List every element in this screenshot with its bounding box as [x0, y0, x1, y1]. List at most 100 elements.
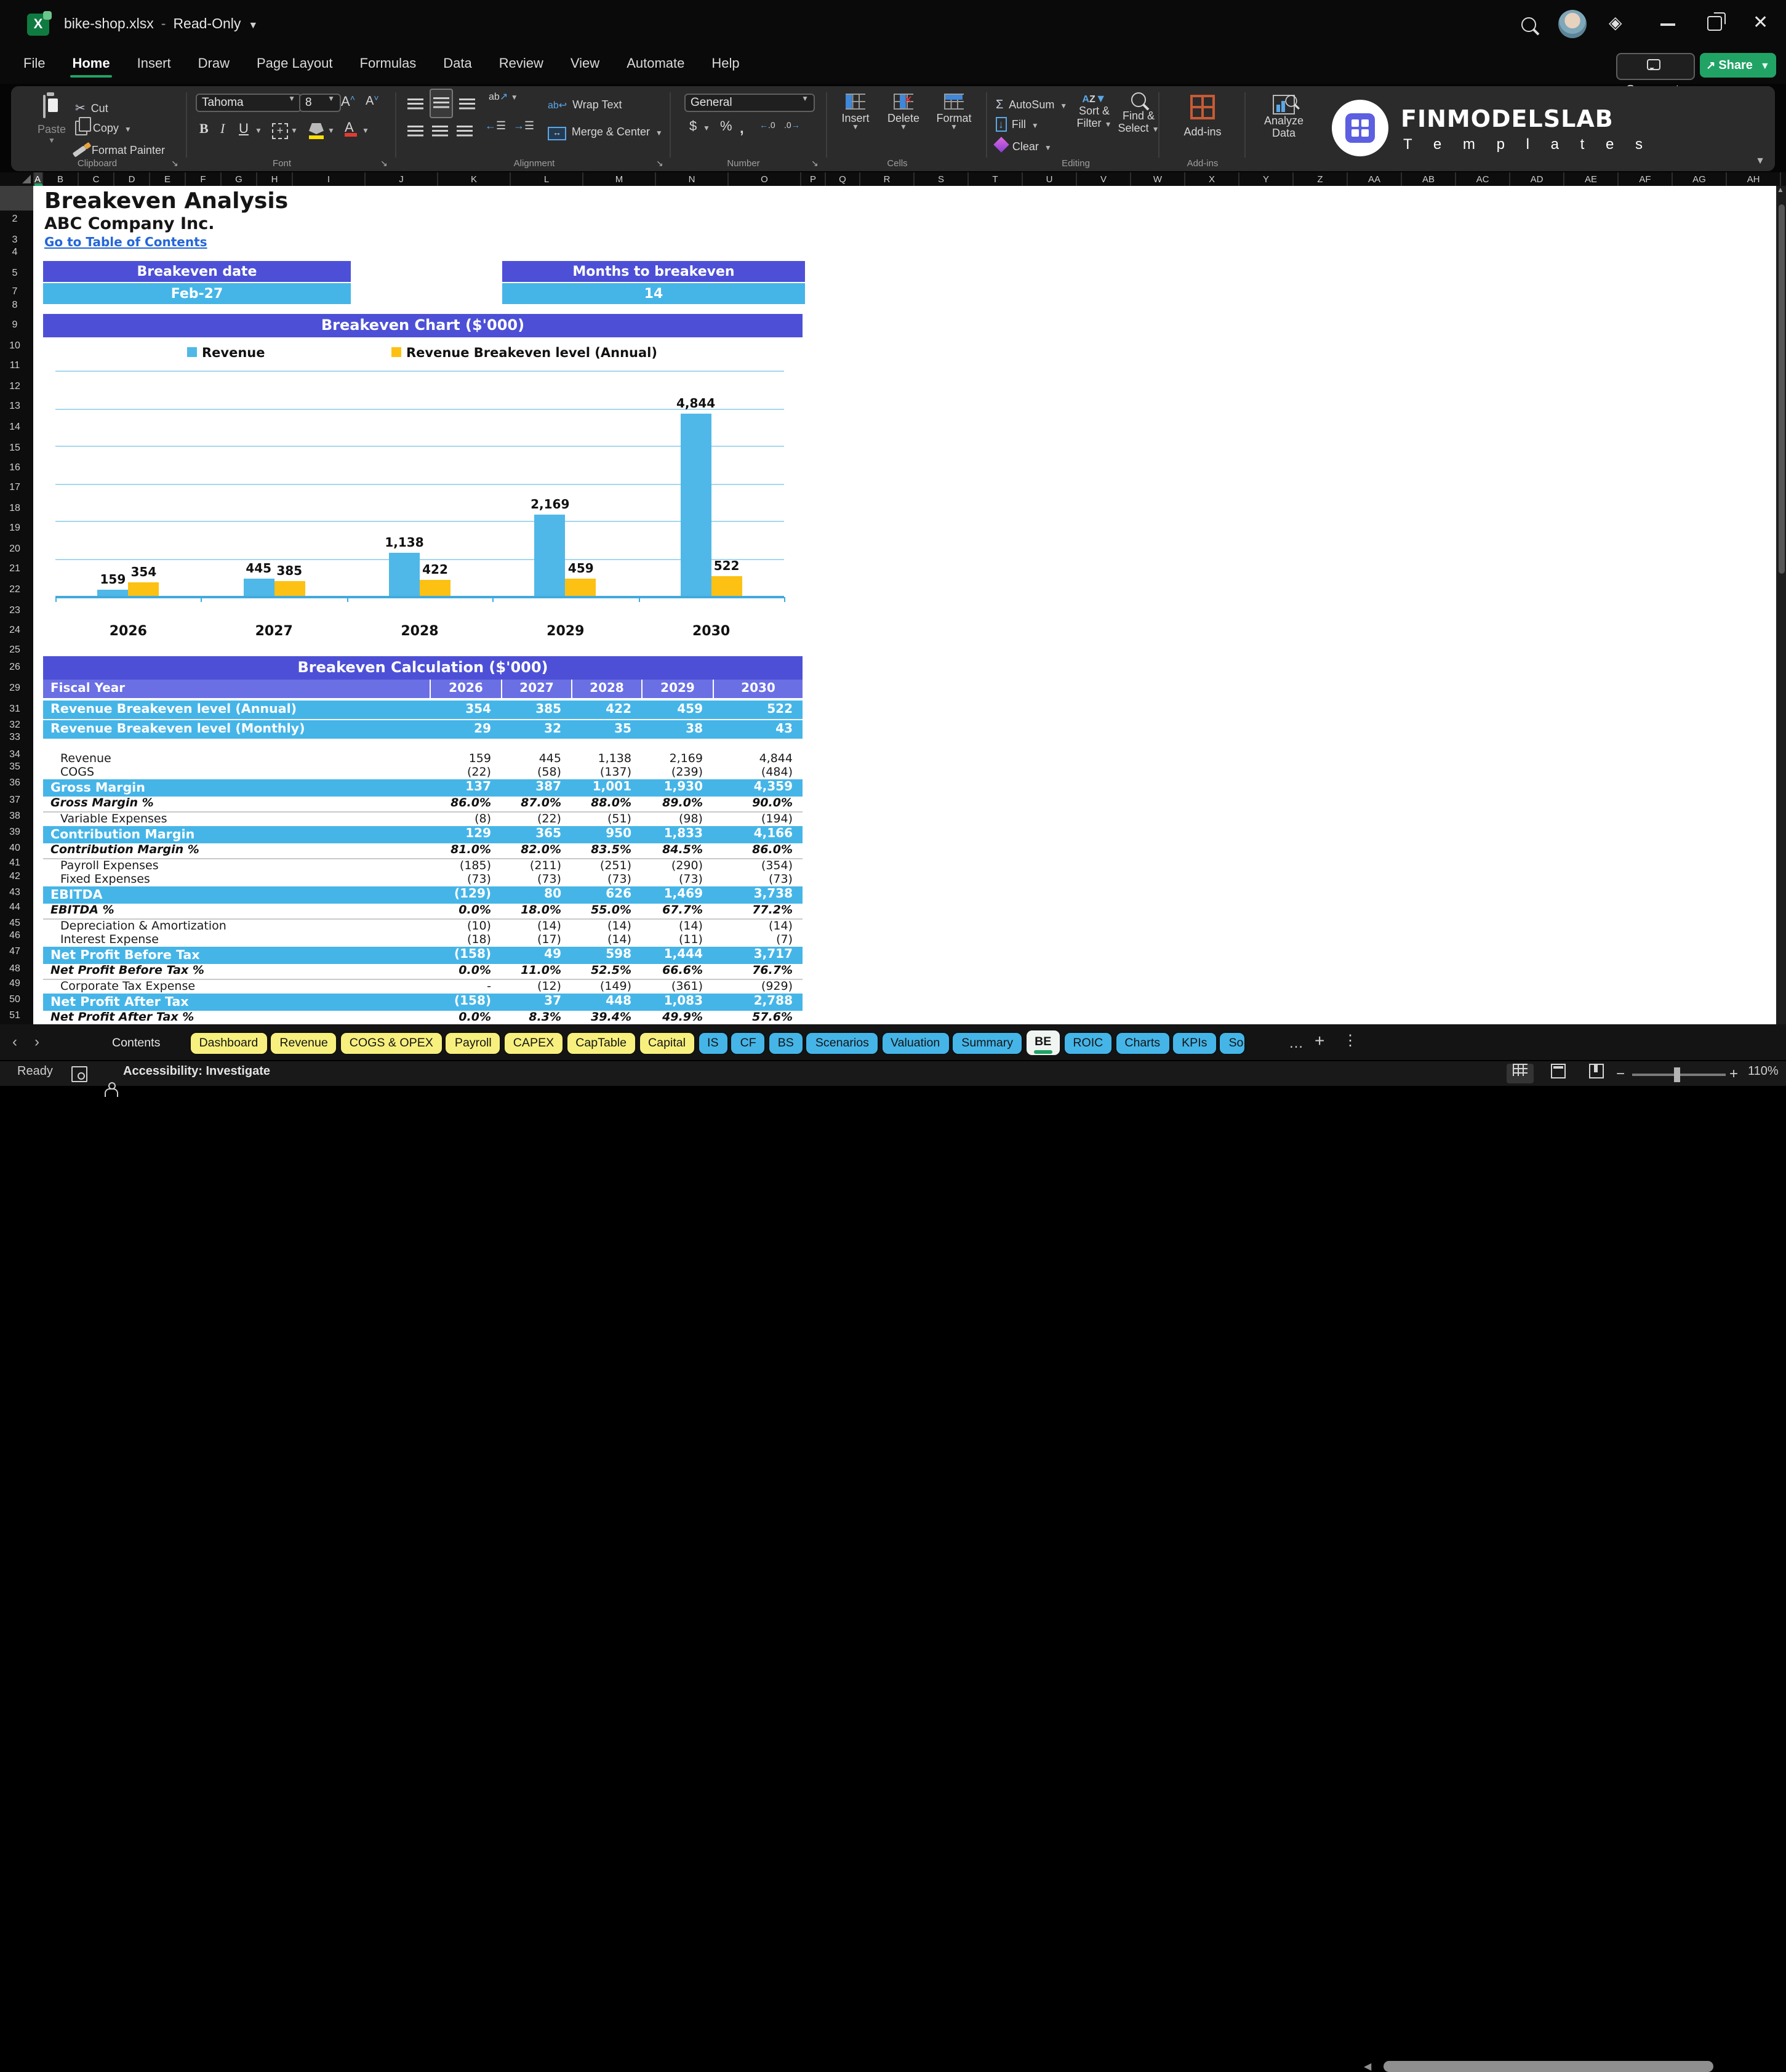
borders-icon[interactable]: + [272, 123, 288, 139]
column-header-R[interactable]: R [860, 172, 915, 186]
cell-value[interactable]: 49 [501, 946, 571, 963]
table-row-interest-expense[interactable]: Interest Expense(18)(17)(14)(11)(7) [43, 933, 803, 946]
font-dialog-launcher[interactable]: ↘ [380, 159, 388, 169]
menu-tab-formulas[interactable]: Formulas [346, 49, 430, 81]
cell-value[interactable]: 385 [501, 701, 571, 718]
align-right-button[interactable] [457, 121, 473, 143]
cell-value[interactable]: (137) [571, 765, 641, 779]
cell-value[interactable]: 0.0% [430, 1010, 501, 1024]
cell-value[interactable]: (22) [501, 812, 571, 825]
row-header-37[interactable]: 37 [0, 794, 30, 805]
table-row-gross-margin[interactable]: Gross Margin %86.0%87.0%88.0%89.0%90.0% [43, 796, 803, 812]
sheet-tab-summary[interactable]: Summary [953, 1032, 1022, 1053]
cell-value[interactable]: 950 [571, 825, 641, 843]
cell-value[interactable]: (129) [430, 886, 501, 903]
cell-value[interactable]: (14) [501, 919, 571, 933]
sheet-tab-payroll[interactable]: Payroll [446, 1032, 500, 1053]
row-header-32[interactable]: 32 [0, 719, 30, 730]
table-row-contribution-margin[interactable]: Contribution Margin %81.0%82.0%83.5%84.5… [43, 843, 803, 859]
column-header-K[interactable]: K [438, 172, 511, 186]
cell-value[interactable]: 83.5% [571, 843, 641, 857]
cell-value[interactable]: 90.0% [713, 796, 803, 811]
row-header-16[interactable]: 16 [0, 462, 30, 473]
sheet-tab-cf[interactable]: CF [732, 1032, 765, 1053]
cell-value[interactable]: (158) [430, 946, 501, 963]
underline-button[interactable]: U [239, 122, 249, 137]
row-header-22[interactable]: 22 [0, 584, 30, 595]
table-row-revenue-breakeven-level-monthly[interactable]: Revenue Breakeven level (Monthly)2932353… [43, 720, 803, 738]
cell-value[interactable]: (14) [571, 919, 641, 933]
cut-button[interactable]: ✂ Cut [75, 96, 108, 118]
row-header-25[interactable]: 25 [0, 644, 30, 655]
cell-value[interactable]: (239) [641, 765, 713, 779]
zoom-slider-thumb[interactable] [1674, 1067, 1680, 1082]
underline-dropdown[interactable]: ▼ [255, 128, 262, 135]
row-header-15[interactable]: 15 [0, 442, 30, 453]
row-header-11[interactable]: 11 [0, 359, 30, 371]
menu-tab-draw[interactable]: Draw [185, 49, 243, 81]
cell-value[interactable]: 4,359 [713, 779, 803, 796]
row-header-44[interactable]: 44 [0, 901, 30, 912]
column-header-F[interactable]: F [186, 172, 222, 186]
cell-value[interactable]: (8) [430, 812, 501, 825]
cell-value[interactable]: 81.0% [430, 843, 501, 857]
row-header-3[interactable]: 3 [0, 234, 30, 245]
zoom-level[interactable]: 110% [1748, 1065, 1779, 1078]
accounting-dropdown[interactable]: ▼ [703, 126, 710, 133]
menu-tab-home[interactable]: Home [58, 49, 123, 81]
cell-value[interactable]: (185) [430, 859, 501, 872]
align-center-button[interactable] [432, 121, 448, 143]
menu-tab-review[interactable]: Review [486, 49, 557, 81]
cell-value[interactable]: 39.4% [571, 1010, 641, 1024]
row-header-48[interactable]: 48 [0, 963, 30, 974]
cell-value[interactable]: 18.0% [501, 903, 571, 918]
sheet-tab-be[interactable]: BE [1026, 1030, 1060, 1055]
column-header-U[interactable]: U [1023, 172, 1077, 186]
macro-sheet-icon[interactable] [71, 1066, 87, 1082]
autosum-button[interactable]: Σ AutoSum ▼ [996, 92, 1067, 114]
paste-button[interactable]: Paste ▼ [36, 96, 38, 118]
cell-value[interactable]: 77.2% [713, 903, 803, 918]
select-all-corner[interactable] [0, 172, 34, 186]
row-header-42[interactable]: 42 [0, 870, 30, 881]
sheet-tab-bs[interactable]: BS [769, 1032, 803, 1053]
row-header-20[interactable]: 20 [0, 543, 30, 554]
shrink-font-button[interactable]: A˅ [366, 95, 379, 108]
cell-value[interactable]: 445 [501, 752, 571, 765]
row-header-31[interactable]: 31 [0, 703, 30, 714]
cell-value[interactable]: 32 [501, 720, 571, 738]
cell-value[interactable]: (211) [501, 859, 571, 872]
zoom-in-button[interactable]: + [1729, 1065, 1738, 1082]
cell-value[interactable]: (194) [713, 812, 803, 825]
cell-value[interactable]: 52.5% [571, 963, 641, 978]
cell-value[interactable]: (484) [713, 765, 803, 779]
column-header-T[interactable]: T [969, 172, 1023, 186]
comments-button[interactable]: Comments [1616, 53, 1695, 80]
column-header-W[interactable]: W [1131, 172, 1185, 186]
row-header-47[interactable]: 47 [0, 946, 30, 957]
cell-value[interactable]: 1,833 [641, 825, 713, 843]
cell-value[interactable]: 57.6% [713, 1010, 803, 1024]
year-header-2027[interactable]: 2027 [501, 680, 571, 698]
cell-value[interactable]: 66.6% [641, 963, 713, 978]
row-header-4[interactable]: 4 [0, 246, 30, 257]
row-header-2[interactable]: 2 [0, 213, 30, 224]
cell-value[interactable]: (73) [430, 872, 501, 886]
hscroll-left-arrow[interactable]: ◀ [1364, 2061, 1371, 2072]
row-header-26[interactable]: 26 [0, 661, 30, 672]
cell-value[interactable]: 76.7% [713, 963, 803, 978]
column-header-D[interactable]: D [114, 172, 150, 186]
year-header-2029[interactable]: 2029 [641, 680, 713, 698]
sheet-tab-valuation[interactable]: Valuation [882, 1032, 948, 1053]
horizontal-scroll-thumb[interactable] [1384, 2061, 1713, 2072]
cell-value[interactable]: (22) [430, 765, 501, 779]
cell-value[interactable]: 137 [430, 779, 501, 796]
row-header-51[interactable]: 51 [0, 1010, 30, 1021]
copy-button[interactable]: Copy ▼ [75, 116, 132, 138]
row-header-35[interactable]: 35 [0, 761, 30, 772]
align-top-button[interactable] [407, 94, 423, 116]
cell-value[interactable]: (158) [430, 993, 501, 1010]
tab-overflow-button[interactable]: … [1289, 1034, 1303, 1051]
menu-tab-data[interactable]: Data [430, 49, 486, 81]
cell-value[interactable]: 55.0% [571, 903, 641, 918]
